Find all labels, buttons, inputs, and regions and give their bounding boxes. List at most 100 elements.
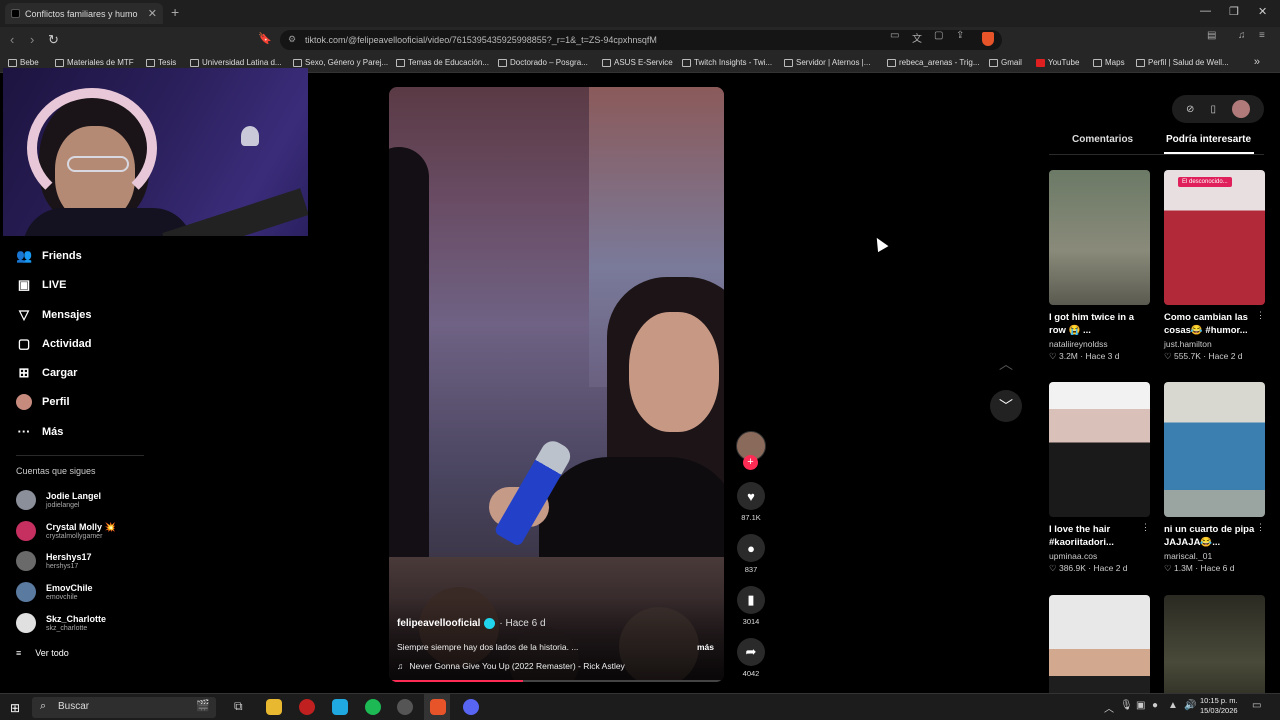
close-tab-icon[interactable]: ✕ — [148, 7, 157, 20]
close-window-icon[interactable]: ✕ — [1258, 5, 1267, 18]
windows-taskbar: ⊞ ⌕ Buscar 🎬 ⧉ ︿ 🎙 ▣ ● ▲ 🔊 10:15 p. m. 15… — [0, 693, 1280, 720]
bookmark-item[interactable]: Bebe — [8, 58, 39, 67]
brave-shields-icon[interactable] — [982, 32, 994, 46]
bookmark-item[interactable]: Perfil | Salud de Well... — [1136, 58, 1229, 67]
next-video-button[interactable]: ﹀ — [990, 390, 1022, 422]
notifications-icon[interactable]: ▭ — [1252, 700, 1261, 711]
more-link[interactable]: más — [697, 642, 714, 652]
reader-mode-icon[interactable]: ▭ — [890, 30, 899, 41]
nav-more[interactable]: ··· Más — [16, 424, 64, 439]
following-account[interactable]: Hershys17 hershys17 — [16, 551, 92, 571]
recommended-video-card[interactable]: El desconocido... Como cambian las cosas… — [1164, 170, 1265, 362]
save-button[interactable]: ▮ 3014 — [736, 586, 766, 626]
minimize-icon[interactable]: — — [1200, 5, 1211, 17]
chevron-up-icon: ︿ — [999, 356, 1013, 372]
video-progress-bar[interactable] — [389, 680, 724, 682]
windows-start-icon[interactable]: ⊞ — [10, 701, 20, 715]
nav-live[interactable]: ▣ LIVE — [16, 277, 67, 293]
nav-activity[interactable]: ▢ Actividad — [16, 336, 92, 352]
recorder-app-icon[interactable] — [299, 699, 315, 715]
cast-icon[interactable]: ▢ — [934, 30, 943, 41]
bookmark-page-icon[interactable]: 🔖 — [258, 32, 272, 45]
see-all-link[interactable]: ≡ Ver todo — [16, 648, 69, 658]
nav-messages[interactable]: ▽ Mensajes — [16, 307, 92, 323]
bookmarks-overflow-icon[interactable]: » — [1254, 56, 1260, 68]
nav-upload[interactable]: ⊞ Cargar — [16, 365, 78, 381]
bookmark-item[interactable]: Gmail — [989, 58, 1022, 67]
taskbar-search-input[interactable]: ⌕ Buscar 🎬 — [32, 697, 216, 718]
bookmark-item[interactable]: Universidad Latina d... — [190, 58, 282, 67]
bookmark-item[interactable]: ASUS E-Service — [602, 58, 673, 67]
user-avatar[interactable] — [1231, 100, 1250, 118]
tray-app-icon[interactable]: ▣ — [1136, 700, 1145, 711]
new-tab-button[interactable]: + — [171, 4, 179, 20]
task-view-icon[interactable]: ⧉ — [234, 699, 243, 714]
browser-tab[interactable]: Conflictos familiares y humo ✕ — [5, 3, 163, 24]
bookmark-item[interactable]: Sexo, Género y Parej... — [293, 58, 388, 67]
back-icon[interactable]: ‹ — [10, 32, 14, 47]
tray-overflow-icon[interactable]: ︿ — [1104, 700, 1114, 715]
bookmark-item[interactable]: Servidor | Aternos |... — [784, 58, 870, 67]
live-icon: ▣ — [17, 277, 31, 292]
discord-icon[interactable] — [463, 699, 479, 715]
following-account[interactable]: Crystal Molly 💥 crystalmollygamer — [16, 521, 116, 541]
bookmark-item[interactable]: Twitch Insights - Twi... — [682, 58, 772, 67]
comment-button[interactable]: ● 837 — [736, 534, 766, 574]
translate-icon[interactable]: 文 — [912, 30, 922, 45]
recommended-video-card[interactable]: I love the hair #kaoriitadori... ⋮ upmin… — [1049, 382, 1150, 574]
volume-icon[interactable]: 🔊 — [1184, 700, 1196, 711]
recommended-video-card[interactable]: ni un cuarto de pipa JAJAJA😂... ⋮ marisc… — [1164, 382, 1265, 574]
nav-profile[interactable]: Perfil — [16, 394, 70, 410]
spotify-icon[interactable] — [365, 699, 381, 715]
menu-icon[interactable]: ≡ — [1259, 30, 1265, 41]
bookmark-item[interactable]: YouTube — [1036, 58, 1079, 67]
list-icon: ≡ — [16, 648, 22, 658]
globe-icon — [1136, 58, 1145, 67]
like-button[interactable]: ♥ 87.1K — [736, 482, 766, 522]
previous-video-button[interactable]: ︿ — [990, 348, 1022, 380]
divider — [16, 455, 144, 456]
following-account[interactable]: EmovChile emovchile — [16, 582, 93, 602]
tray-app-icon[interactable]: ● — [1152, 700, 1158, 711]
video-player[interactable]: felipeavellooficial · Hace 6 d Siempre s… — [389, 87, 724, 682]
following-account[interactable]: Skz_Charlotte skz_charlotte — [16, 613, 106, 633]
tab-comments[interactable]: Comentarios — [1072, 134, 1133, 145]
site-info-icon[interactable]: ⚙ — [288, 34, 296, 45]
more-options-icon[interactable]: ⋮ — [1256, 310, 1265, 321]
follow-plus-icon[interactable]: + — [743, 455, 758, 470]
share-button[interactable]: ➦ 4042 — [736, 638, 766, 678]
video-author[interactable]: felipeavellooficial · Hace 6 d — [397, 618, 546, 629]
store-app-icon[interactable] — [332, 699, 348, 715]
microphone-icon[interactable]: 🎙 — [1120, 700, 1133, 711]
wifi-icon[interactable]: ▲ — [1168, 700, 1178, 711]
bookmark-item[interactable]: Materiales de MTF — [55, 58, 134, 67]
folder-icon — [8, 58, 17, 67]
sidebar-toggle-icon[interactable]: ▤ — [1207, 30, 1216, 41]
system-clock[interactable]: 10:15 p. m. 15/03/2026 — [1200, 696, 1238, 716]
restore-icon[interactable]: ❐ — [1229, 5, 1239, 18]
search-highlight-icon: 🎬 — [196, 700, 210, 712]
browser-tab-bar: Conflictos familiares y humo ✕ + — ❐ ✕ — [0, 0, 1280, 27]
compass-icon[interactable]: ⊘ — [1186, 104, 1194, 115]
file-explorer-icon[interactable] — [266, 699, 282, 715]
video-music[interactable]: ♫ Never Gonna Give You Up (2022 Remaster)… — [397, 661, 625, 671]
media-icon[interactable]: ♫ — [1238, 30, 1246, 41]
more-options-icon[interactable]: ⋮ — [1256, 522, 1265, 533]
bookmark-item[interactable]: Doctorado – Posgra... — [498, 58, 588, 67]
forward-icon[interactable]: › — [30, 32, 34, 47]
obs-icon[interactable] — [397, 699, 413, 715]
bookmark-item[interactable]: rebeca_arenas - Trig... — [887, 58, 979, 67]
device-icon[interactable]: ▯ — [1210, 104, 1216, 115]
reload-icon[interactable]: ↻ — [48, 32, 59, 48]
following-account[interactable]: Jodie Langel jodielangel — [16, 490, 101, 510]
share-icon[interactable]: ⇪ — [956, 30, 964, 41]
more-options-icon[interactable]: ⋮ — [1141, 522, 1150, 533]
nav-friends[interactable]: 👥 Friends — [16, 248, 82, 264]
bookmark-item[interactable]: Temas de Educación... — [396, 58, 489, 67]
bookmark-icon: ▮ — [737, 586, 765, 614]
tab-recommended[interactable]: Podría interesarte — [1166, 134, 1251, 145]
bookmark-item[interactable]: Tesis — [146, 58, 176, 67]
bookmark-item[interactable]: Maps — [1093, 58, 1125, 67]
brave-browser-icon[interactable] — [430, 699, 446, 715]
recommended-video-card[interactable]: I got him twice in a row 😭 ... nataliire… — [1049, 170, 1150, 362]
